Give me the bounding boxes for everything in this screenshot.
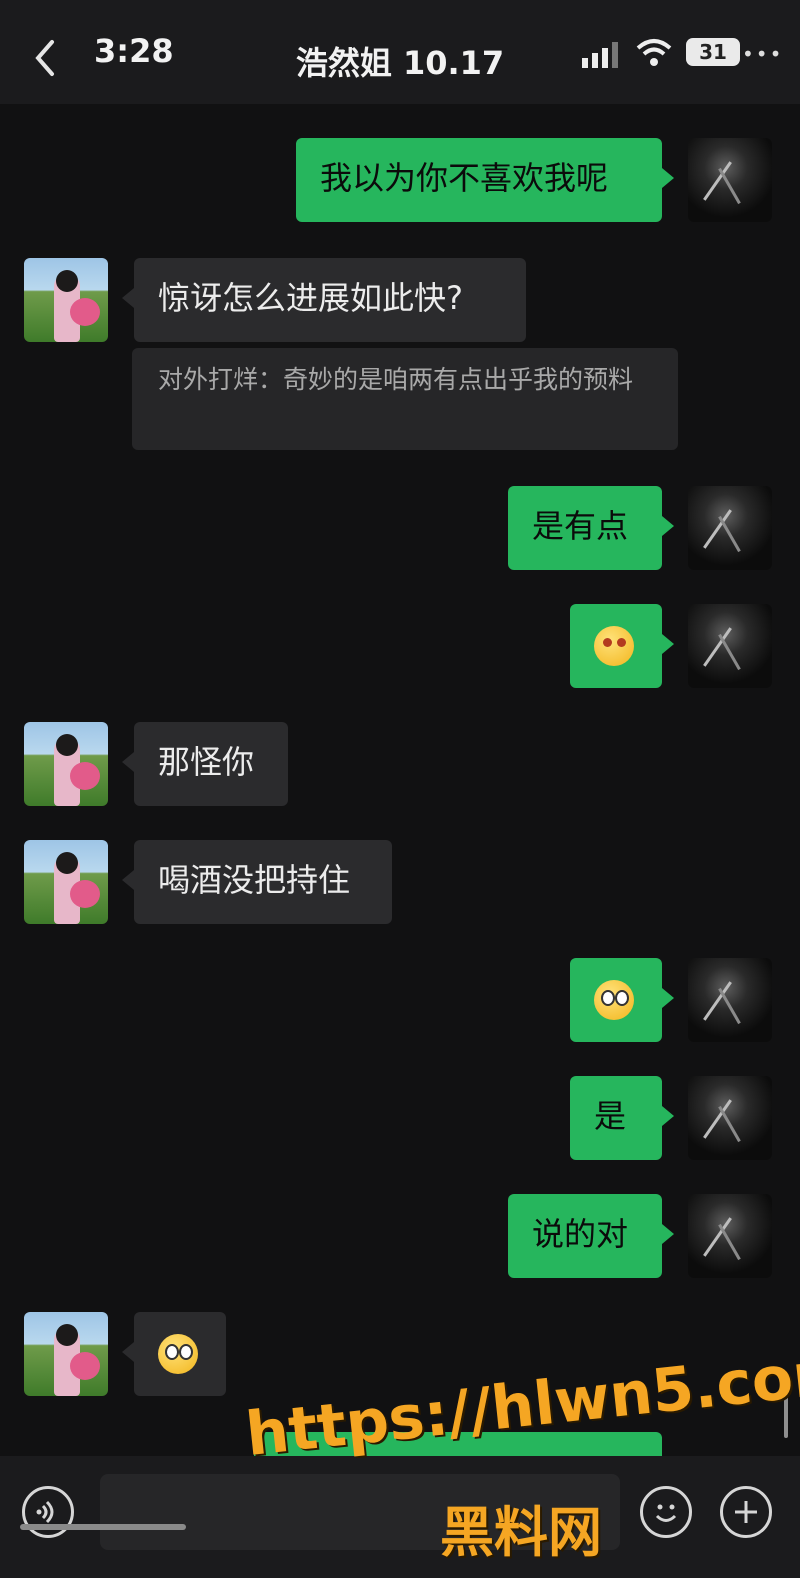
contact-avatar[interactable] [24, 722, 108, 806]
message-bubble-incoming[interactable] [122, 1312, 226, 1396]
message-bubble-incoming[interactable]: 那怪你 [122, 722, 288, 806]
rolling-eyes-emoji-icon [158, 1334, 198, 1374]
contact-avatar[interactable] [24, 840, 108, 924]
message-list[interactable]: 我以为你不喜欢我呢 惊讶怎么进展如此快? 对外打烊：奇妙的是咱两有点出乎我的预料… [0, 104, 800, 1456]
emoji-icon[interactable] [640, 1486, 692, 1538]
message-bubble-incoming[interactable]: 惊讶怎么进展如此快? [122, 258, 526, 342]
input-bar [0, 1456, 800, 1578]
message-bubble-outgoing[interactable]: 是 [570, 1076, 674, 1160]
contact-avatar[interactable] [24, 1312, 108, 1396]
message-bubble-outgoing[interactable] [570, 604, 674, 688]
my-avatar[interactable] [688, 958, 772, 1042]
more-icon[interactable]: ••• [742, 42, 783, 66]
plus-icon[interactable] [720, 1486, 772, 1538]
progress-bar [20, 1524, 186, 1530]
message-bubble-outgoing[interactable] [570, 958, 674, 1042]
voice-icon[interactable] [22, 1486, 74, 1538]
my-avatar[interactable] [688, 138, 772, 222]
watermark-name: 黑料网 [440, 1501, 602, 1564]
blushing-emoji-icon [594, 626, 634, 666]
message-bubble-outgoing[interactable]: 我以为你不喜欢我呢 [296, 138, 674, 222]
message-bubble-outgoing[interactable]: 说的对 [508, 1194, 674, 1278]
chat-header: 3:28 浩然姐 10.17 31 ••• [0, 0, 800, 104]
contact-avatar[interactable] [24, 258, 108, 342]
wifi-icon [636, 39, 672, 66]
peeking-emoji-icon [594, 980, 634, 1020]
chat-title[interactable]: 浩然姐 10.17 [0, 38, 800, 84]
my-avatar[interactable] [688, 1076, 772, 1160]
battery-icon: 31 [686, 38, 740, 66]
my-avatar[interactable] [688, 1194, 772, 1278]
quoted-message[interactable]: 对外打烊：奇妙的是咱两有点出乎我的预料 [132, 348, 678, 450]
message-bubble-outgoing[interactable]: 是有点 [508, 486, 674, 570]
my-avatar[interactable] [688, 604, 772, 688]
my-avatar[interactable] [688, 486, 772, 570]
signal-icon [582, 42, 618, 68]
message-bubble-incoming[interactable]: 喝酒没把持住 [122, 840, 392, 924]
